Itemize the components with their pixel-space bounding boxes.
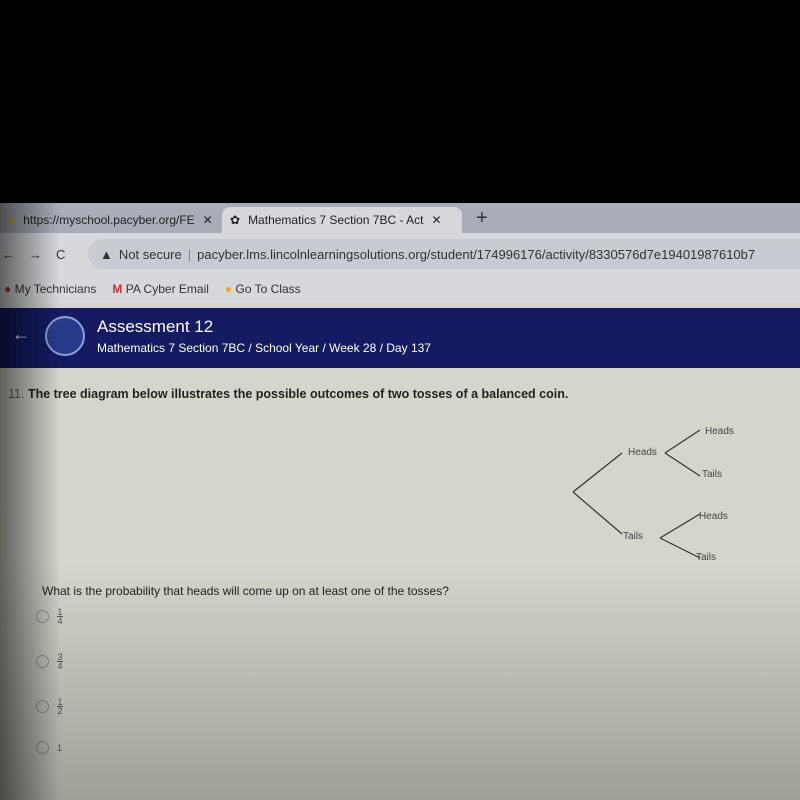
branch-heads-tails	[664, 452, 701, 477]
tree-label-tails: Tails	[623, 531, 644, 542]
option-4[interactable]: 1	[36, 741, 62, 754]
page-title: Assessment 12	[97, 317, 214, 336]
question-prompt: What is the probability that heads will …	[42, 584, 449, 598]
question-text: 11. The tree diagram below illustrates t…	[8, 387, 568, 401]
option-value: 1	[57, 742, 63, 753]
option-3[interactable]: 12	[36, 697, 63, 716]
option-2[interactable]: 34	[36, 652, 63, 671]
lightbulb-icon: ●	[8, 213, 16, 227]
url-input[interactable]: ▲ Not secure | pacyber.lms.lincolnlearni…	[88, 239, 800, 269]
screen: ● https://myschool.pacyber.org/FE ✕ ✿ Mathe…	[0, 203, 800, 800]
branch-heads	[572, 452, 623, 493]
tab-myschool[interactable]: ● https://myschool.pacyber.org/FE ✕	[0, 207, 225, 233]
numerator: 3	[57, 652, 63, 662]
fraction: 14	[57, 607, 63, 626]
bookmark-label: PA Cyber Email	[125, 282, 209, 296]
radio-button[interactable]	[36, 610, 49, 623]
url-text: pacyber.lms.lincolnlearningsolutions.org…	[197, 246, 756, 262]
numerator: 1	[57, 607, 63, 617]
radio-button[interactable]	[36, 655, 49, 668]
denominator: 4	[57, 616, 63, 626]
radio-button[interactable]	[36, 741, 49, 754]
branch-heads-heads	[664, 429, 701, 454]
lightbulb-icon: ●	[224, 282, 233, 296]
question-number: 11.	[8, 387, 25, 401]
tree-label-th: Heads	[699, 511, 728, 522]
security-label[interactable]: Not secure	[119, 247, 182, 262]
site-icon: ✿	[230, 213, 241, 227]
bookmark-go-to-class[interactable]: ● Go To Class	[225, 282, 301, 296]
bookmark-my-technicians[interactable]: ● My Technicians	[4, 282, 96, 296]
reload-icon[interactable]: C	[56, 247, 65, 262]
tree-label-heads: Heads	[628, 447, 657, 458]
back-arrow-icon[interactable]: ←	[12, 324, 30, 345]
assessment-header: ← Assessment 12 Mathematics 7 Section 7B…	[0, 308, 800, 368]
breadcrumb: Mathematics 7 Section 7BC / School Year …	[97, 341, 431, 355]
fraction: 34	[57, 652, 63, 671]
back-icon[interactable]: ←	[2, 247, 15, 262]
close-icon[interactable]: ✕	[431, 213, 441, 227]
numerator: 1	[57, 697, 63, 707]
fraction: 12	[57, 697, 63, 716]
tab-label: Mathematics 7 Section 7BC - Act	[248, 213, 424, 227]
tree-label-tt: Tails	[696, 552, 717, 563]
bookmark-label: My Technicians	[14, 282, 97, 296]
new-tab-button[interactable]: +	[476, 207, 488, 230]
branch-tails-heads	[659, 513, 701, 539]
bookmark-label: Go To Class	[235, 282, 301, 296]
denominator: 2	[57, 706, 63, 716]
denominator: 4	[57, 661, 63, 671]
radio-button[interactable]	[36, 700, 49, 713]
option-1[interactable]: 14	[36, 607, 63, 626]
tree-label-ht: Tails	[702, 469, 723, 480]
question-statement: The tree diagram below illustrates the p…	[27, 387, 569, 401]
tree-diagram	[572, 429, 701, 559]
branch-tails	[572, 491, 623, 535]
forward-icon[interactable]: →	[29, 247, 42, 262]
branch-tails-tails	[659, 537, 701, 559]
shield-icon: ●	[4, 282, 12, 296]
bookmark-pa-cyber-email[interactable]: M PA Cyber Email	[112, 282, 208, 296]
close-icon[interactable]: ✕	[203, 213, 213, 227]
tab-mathematics[interactable]: ✿ Mathematics 7 Section 7BC - Act ✕	[222, 207, 462, 233]
tree-label-hh: Heads	[705, 426, 734, 437]
gmail-icon: M	[112, 282, 123, 296]
address-bar-row: ← → C ▲ Not secure | pacyber.lms.lincoln…	[0, 233, 800, 275]
tab-bar: ● https://myschool.pacyber.org/FE ✕ ✿ Mathe…	[0, 203, 800, 233]
bookmarks-bar: ● My Technicians M PA Cyber Email ● Go T…	[0, 275, 800, 303]
school-logo	[45, 316, 85, 356]
tab-label: https://myschool.pacyber.org/FE	[23, 213, 195, 227]
warning-icon: ▲	[100, 246, 113, 262]
divider: |	[187, 246, 192, 262]
